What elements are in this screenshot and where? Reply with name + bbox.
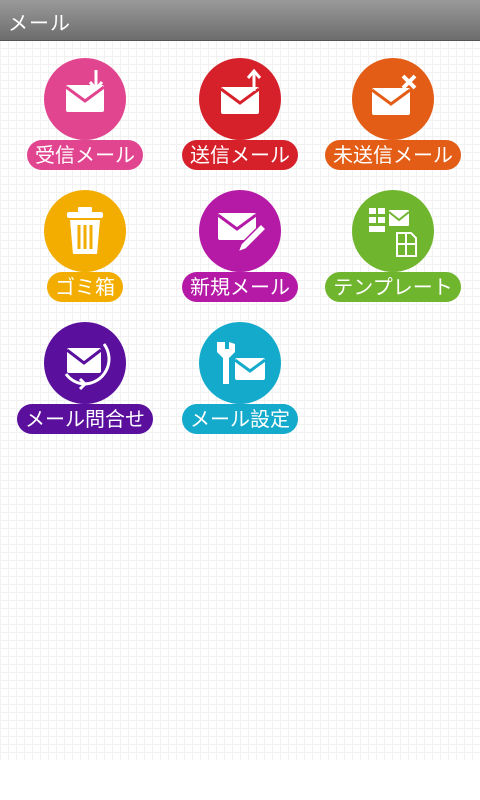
trash-icon [44, 190, 126, 272]
menu-item-inbox[interactable]: 受信メール [10, 40, 160, 172]
menu-item-label: 送信メール [182, 140, 298, 170]
menu-item-label: 受信メール [27, 140, 143, 170]
mail-query-icon [44, 322, 126, 404]
menu-item-unsent[interactable]: 未送信メール [318, 40, 468, 172]
menu-item-trash[interactable]: ゴミ箱 [10, 172, 160, 304]
bottom-area [0, 760, 480, 800]
menu-item-label: テンプレート [325, 272, 461, 302]
inbox-mail-icon [44, 58, 126, 140]
menu-item-label: 新規メール [182, 272, 298, 302]
menu-item-label: メール問合せ [17, 404, 153, 434]
menu-item-label: ゴミ箱 [47, 272, 123, 302]
new-mail-icon [199, 190, 281, 272]
title-bar: メール [0, 0, 480, 41]
menu-item-mail-query[interactable]: メール問合せ [10, 304, 160, 436]
template-icon [352, 190, 434, 272]
window-title: メール [8, 11, 71, 35]
menu-item-template[interactable]: テンプレート [318, 172, 468, 304]
menu-item-mail-settings[interactable]: メール設定 [165, 304, 315, 436]
sent-mail-icon [199, 58, 281, 140]
unsent-mail-icon [352, 58, 434, 140]
mail-settings-icon [199, 322, 281, 404]
menu-item-label: 未送信メール [325, 140, 461, 170]
mail-menu-grid: 受信メール 送信メール 未送信メール ゴミ箱 新規メール テンプレート メール問… [0, 40, 480, 760]
menu-item-sent[interactable]: 送信メール [165, 40, 315, 172]
menu-item-new-mail[interactable]: 新規メール [165, 172, 315, 304]
menu-item-label: メール設定 [182, 404, 298, 434]
